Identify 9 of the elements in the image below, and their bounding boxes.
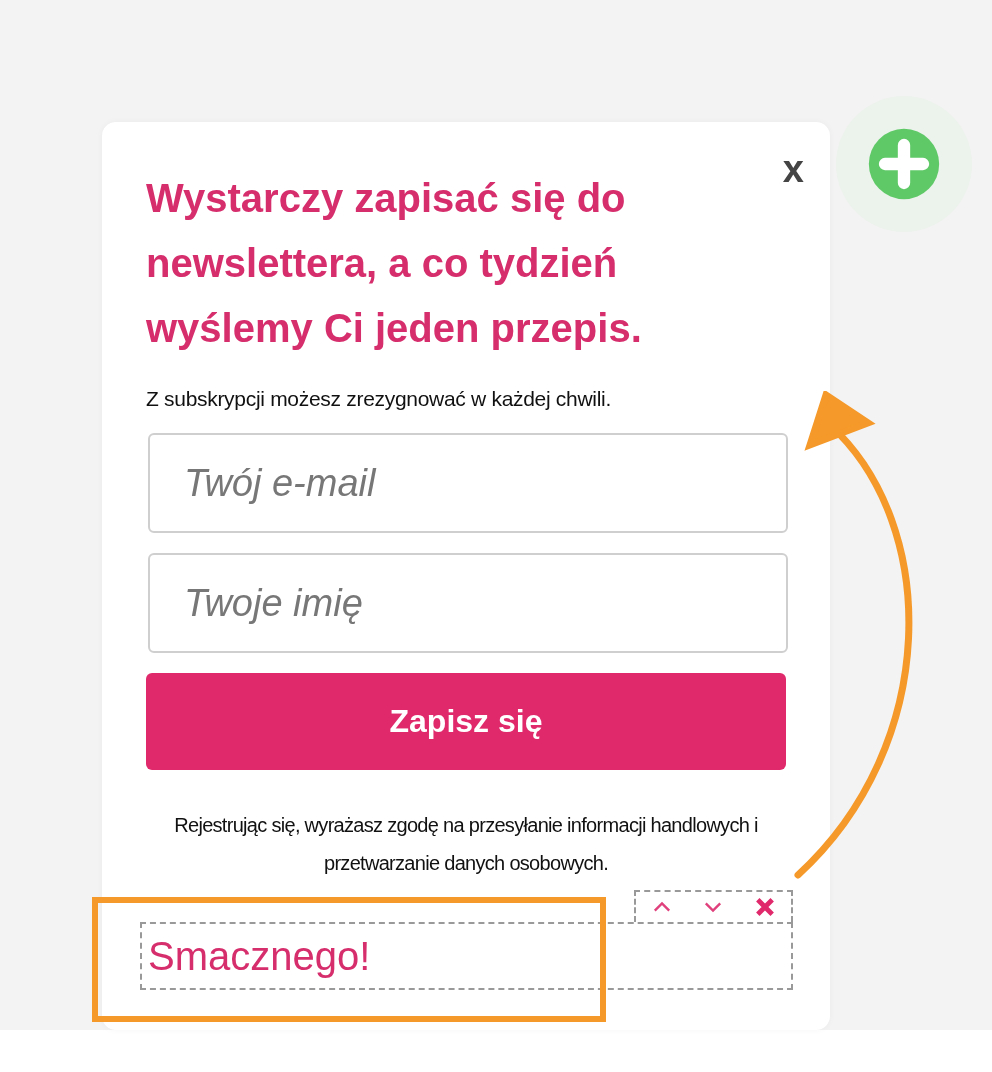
input-field[interactable]: Twój e-mail xyxy=(148,433,788,533)
subscribe-button[interactable]: Zapisz się xyxy=(146,673,786,770)
popup-heading: Wystarczy zapisać się do newslettera, a co tydzień wyślemy Ci jeden przepis. xyxy=(146,175,643,352)
editable-text-block[interactable]: Smacznego! xyxy=(140,922,793,990)
subtitle-text: Z subskrypcji możesz zrezygnować w każdej chwili. xyxy=(146,387,612,411)
input-field[interactable]: Twoje imię xyxy=(148,553,788,653)
close-button[interactable]: x xyxy=(778,150,808,188)
plus-icon xyxy=(866,126,942,202)
consent-text: Rejestrując się, wyrażasz zgodę na przesyłanie informacji handlowych i przetwarzanie danych osobowych. xyxy=(173,813,759,876)
